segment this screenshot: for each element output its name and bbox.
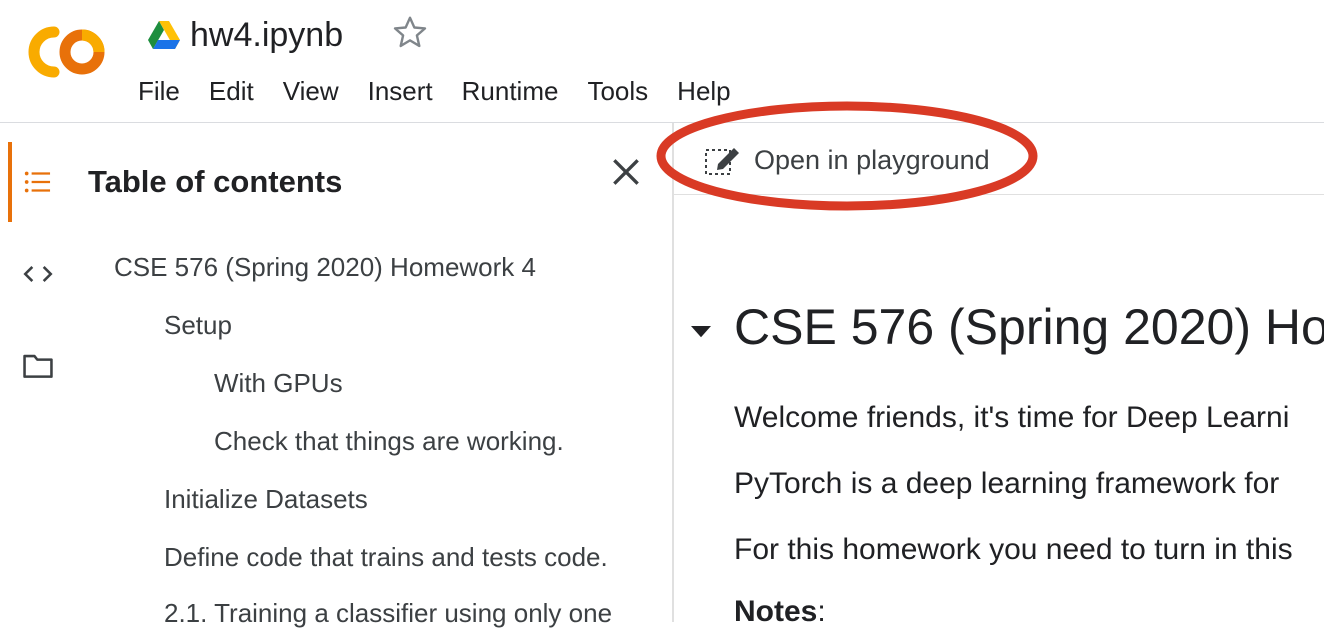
active-rail-indicator bbox=[8, 142, 12, 222]
folder-glyph bbox=[23, 354, 53, 378]
notes-colon: : bbox=[817, 595, 826, 628]
header-divider bbox=[0, 122, 1324, 123]
toc-item-setup[interactable]: Setup bbox=[164, 308, 232, 342]
paragraph-pytorch: PyTorch is a deep learning framework for bbox=[734, 467, 1280, 500]
table-of-contents-icon[interactable] bbox=[18, 162, 58, 202]
notes-heading: Notes: bbox=[734, 592, 826, 632]
google-drive-icon bbox=[148, 21, 180, 49]
open-in-playground-button[interactable]: Open in playground bbox=[700, 138, 990, 182]
toc-item-initialize-datasets[interactable]: Initialize Datasets bbox=[164, 482, 368, 516]
toolbar-divider bbox=[674, 194, 1324, 195]
close-icon[interactable] bbox=[606, 152, 646, 192]
colab-logo[interactable] bbox=[24, 22, 108, 82]
code-snippets-icon[interactable] bbox=[18, 254, 58, 294]
edit-playground-icon bbox=[705, 148, 739, 175]
collapse-section-icon[interactable] bbox=[686, 316, 716, 346]
notebook-filename[interactable]: hw4.ipynb bbox=[190, 13, 343, 57]
toc-list-glyph bbox=[24, 171, 51, 193]
paragraph-turn-in: For this homework you need to turn in th… bbox=[734, 533, 1293, 566]
toc-title: Table of contents bbox=[88, 164, 343, 199]
menu-file[interactable]: File bbox=[138, 72, 180, 110]
notes-label: Notes bbox=[734, 595, 818, 628]
menu-view[interactable]: View bbox=[283, 72, 339, 110]
code-brackets-glyph bbox=[23, 266, 53, 282]
toc-item-define-code[interactable]: Define code that trains and tests code. bbox=[164, 540, 608, 574]
toc-item-homework-4[interactable]: CSE 576 (Spring 2020) Homework 4 bbox=[114, 250, 536, 284]
menu-bar: File Edit View Insert Runtime Tools Help bbox=[138, 72, 760, 110]
menu-runtime[interactable]: Runtime bbox=[462, 72, 559, 110]
menu-insert[interactable]: Insert bbox=[368, 72, 433, 110]
toc-item-check-things[interactable]: Check that things are working. bbox=[214, 424, 564, 458]
toc-item-training-classifier[interactable]: 2.1. Training a classifier using only on… bbox=[164, 596, 612, 630]
playground-label: Open in playground bbox=[754, 144, 990, 175]
menu-help[interactable]: Help bbox=[677, 72, 730, 110]
paragraph-welcome: Welcome friends, it's time for Deep Lear… bbox=[734, 401, 1290, 434]
section-heading: CSE 576 (Spring 2020) Ho bbox=[734, 299, 1324, 355]
panel-divider[interactable] bbox=[672, 123, 674, 622]
files-folder-icon[interactable] bbox=[18, 346, 58, 386]
toc-item-with-gpus[interactable]: With GPUs bbox=[214, 366, 343, 400]
star-icon[interactable] bbox=[392, 14, 428, 50]
menu-tools[interactable]: Tools bbox=[587, 72, 648, 110]
menu-edit[interactable]: Edit bbox=[209, 72, 254, 110]
